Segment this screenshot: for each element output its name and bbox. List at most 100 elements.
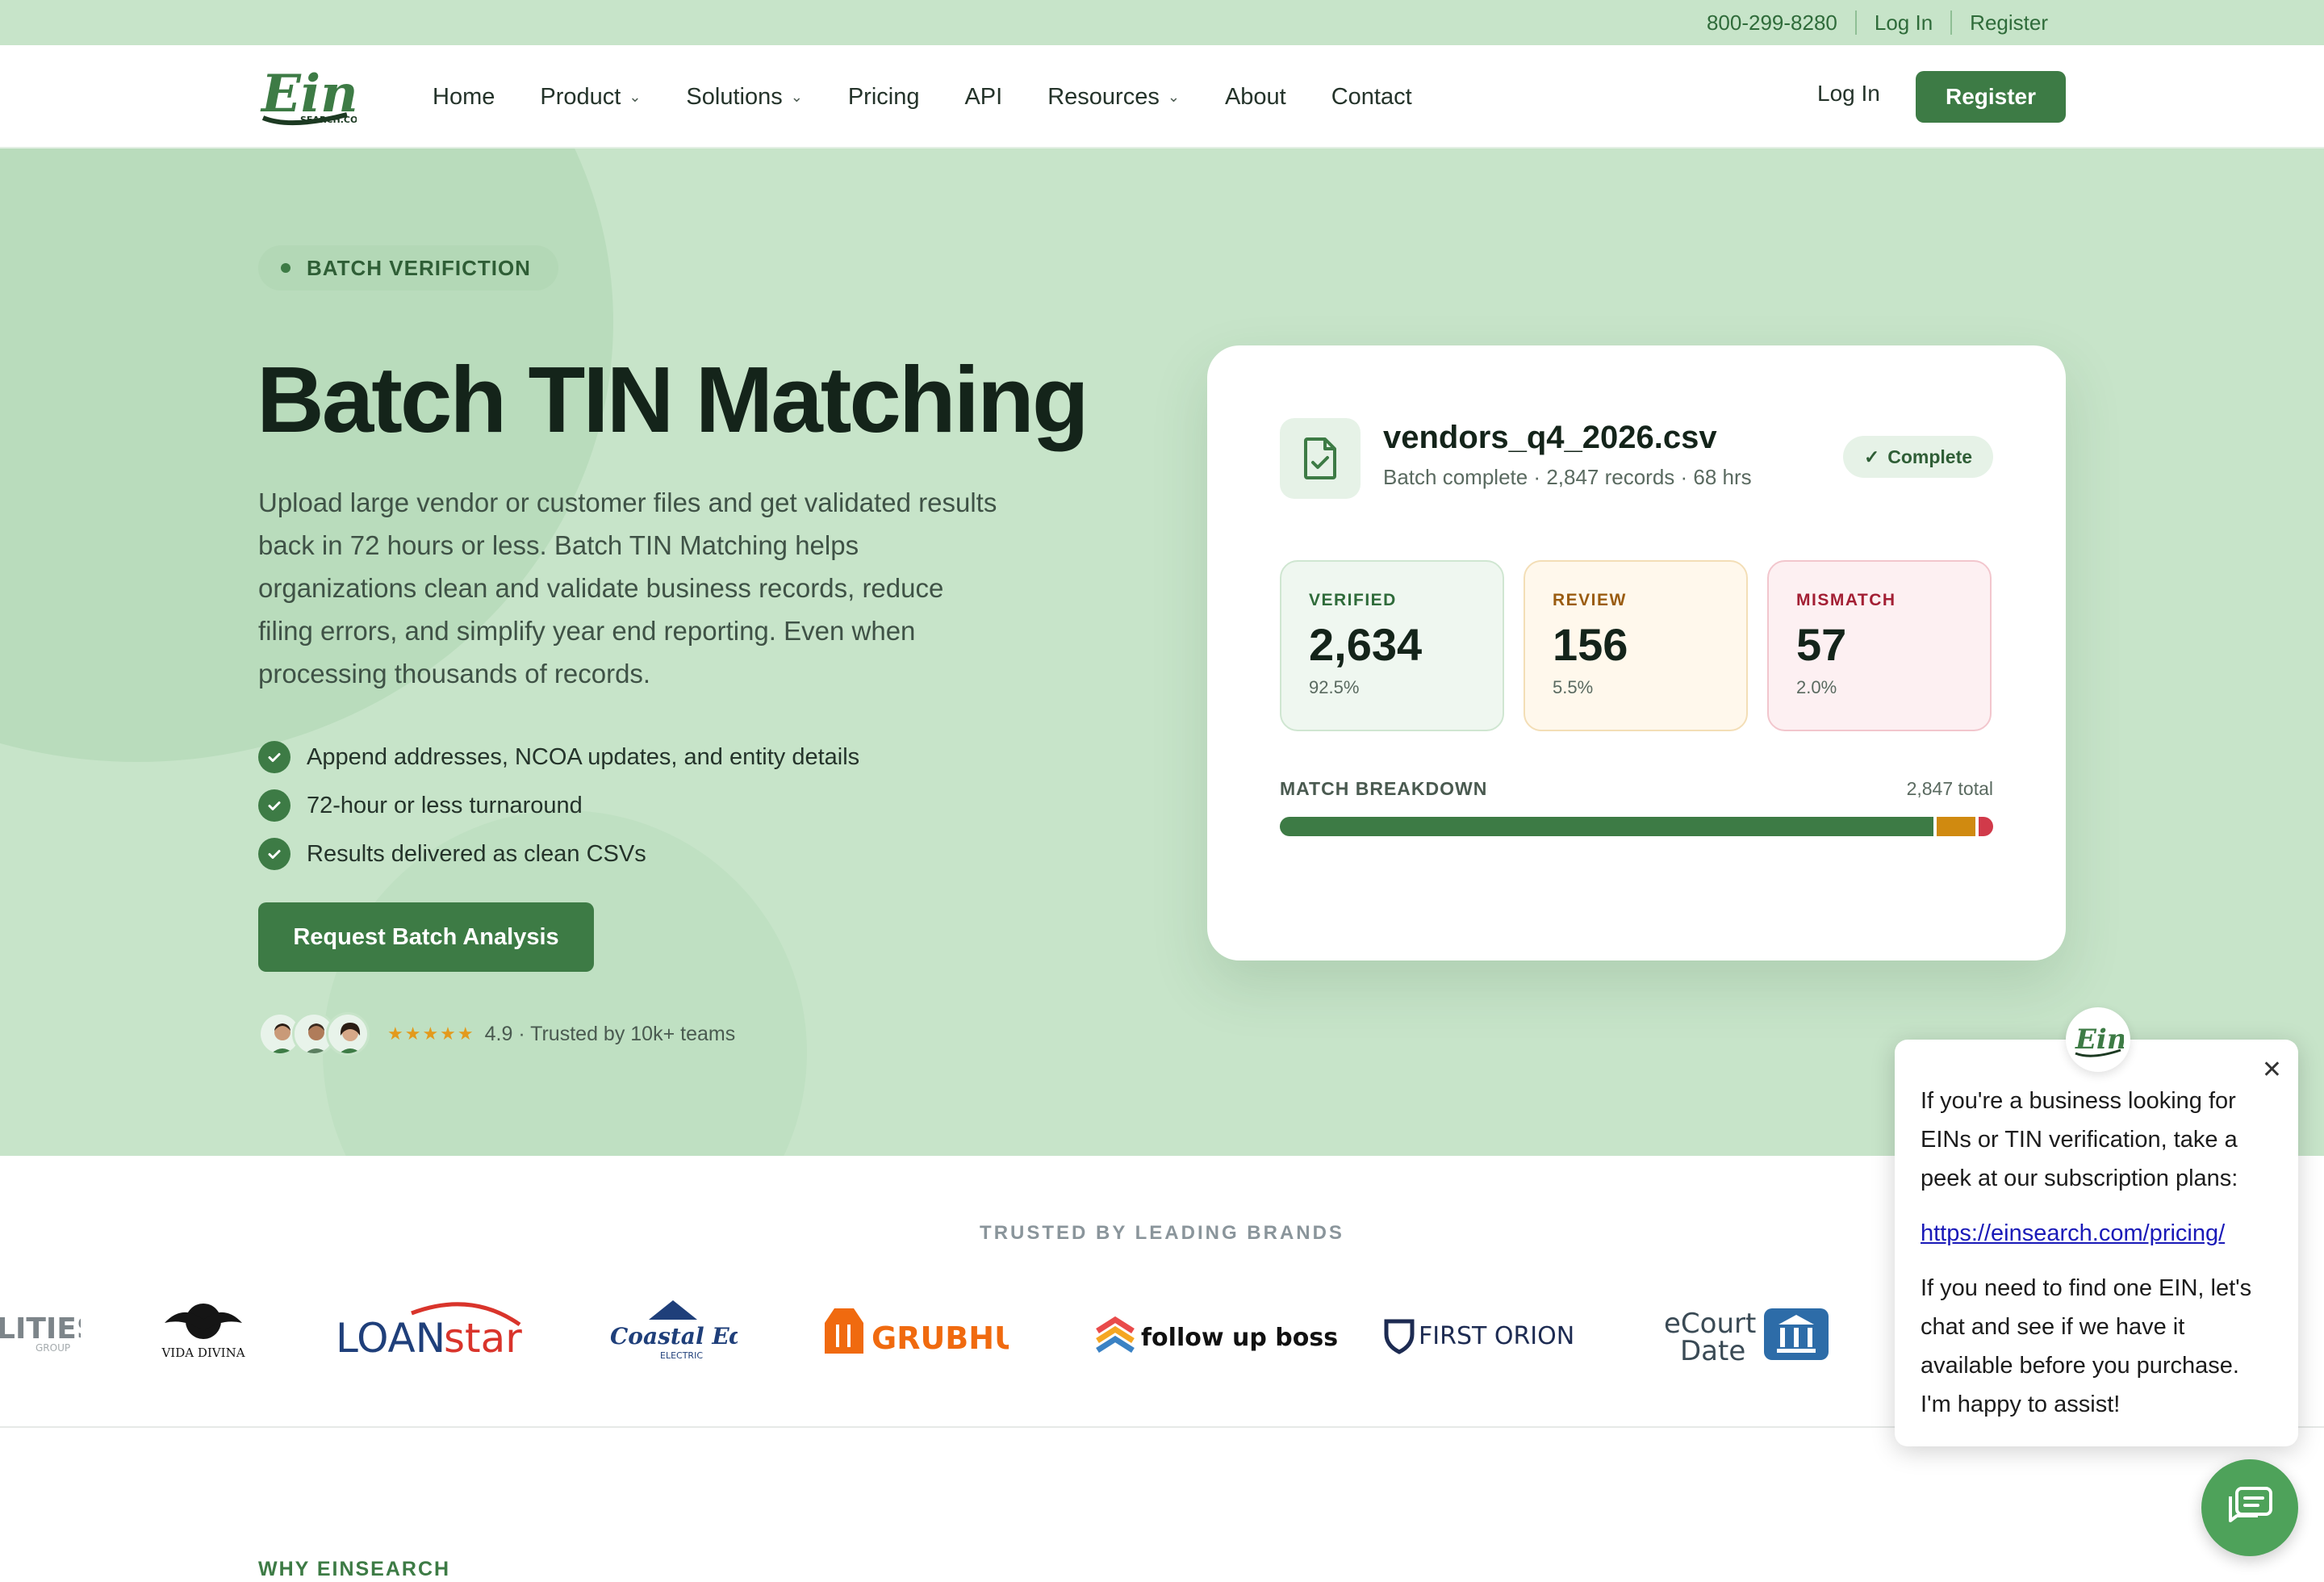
nav-label: Resources [1047, 83, 1160, 110]
section-eyebrow: WHY EINSEARCH [258, 1558, 451, 1580]
phone-link[interactable]: 800-299-8280 [1689, 10, 1855, 36]
nav-label: Pricing [847, 83, 920, 110]
stat-label: VERIFIED [1309, 591, 1397, 609]
stat-percent: 92.5% [1309, 677, 1360, 697]
feature-text: Results delivered as clean CSVs [307, 840, 646, 867]
status-label: Complete [1887, 446, 1973, 467]
check-circle-icon [258, 838, 290, 870]
svg-text:Date: Date [1680, 1335, 1745, 1367]
nav-label: About [1224, 83, 1286, 110]
svg-text:VIDA DIVINA: VIDA DIVINA [161, 1346, 245, 1360]
svg-text:ELECTRIC: ELECTRIC [660, 1350, 703, 1361]
file-meta: Batch complete · 2,847 records · 68 hrs [1383, 465, 1752, 489]
nav-label: Home [433, 83, 495, 110]
stat-value: 156 [1553, 619, 1628, 670]
svg-text:Coastal Edge: Coastal Edge [610, 1323, 738, 1350]
chat-bubble-icon [2229, 1487, 2272, 1522]
brand-logo-vida-divina: VIDA DIVINA [158, 1283, 249, 1380]
dot-icon [281, 263, 290, 273]
brand-logo-first-orion: FIRST ORION [1383, 1283, 1577, 1380]
badge-label: BATCH VERIFICTION [307, 255, 531, 280]
chat-intro-text: If you're a business looking for EINs or… [1921, 1088, 2238, 1191]
header-login-link[interactable]: Log In [1817, 81, 1880, 107]
nav-solutions[interactable]: Solutions ⌄ [686, 84, 802, 111]
feature-list: Append addresses, NCOA updates, and enti… [258, 733, 859, 878]
check-circle-icon [258, 789, 290, 822]
brand-logo-grubhub: GRUBHUB [821, 1283, 1009, 1380]
chat-agent-avatar: Ein [2066, 1007, 2130, 1072]
status-badge: ✓ Complete [1843, 436, 1993, 478]
main-header: Ein SEARCH.COM Home Product ⌄ Solutions ⌄ … [0, 45, 2324, 149]
stat-review: REVIEW 156 5.5% [1524, 560, 1748, 731]
svg-text:GRUBHUB: GRUBHUB [872, 1320, 1009, 1356]
svg-text:GROUP: GROUP [36, 1342, 70, 1354]
einsearch-logo[interactable]: Ein SEARCH.COM [258, 61, 366, 134]
stat-value: 57 [1796, 619, 1847, 670]
nav-label: Contact [1331, 83, 1412, 110]
stat-percent: 5.5% [1553, 677, 1594, 697]
main-nav: Home Product ⌄ Solutions ⌄ Pricing API Res… [433, 45, 1457, 149]
stat-label: MISMATCH [1796, 591, 1896, 609]
file-name: vendors_q4_2026.csv [1383, 420, 1717, 455]
chat-launcher-button[interactable] [2201, 1459, 2298, 1556]
stat-value: 2,634 [1309, 619, 1423, 670]
chevron-down-icon: ⌄ [1167, 88, 1180, 105]
header-register-button[interactable]: Register [1916, 71, 2066, 123]
stat-mismatch: MISMATCH 57 2.0% [1767, 560, 1992, 731]
hero-description: Upload large vendor or customer files an… [258, 488, 997, 688]
svg-text:FIRST ORION: FIRST ORION [1419, 1322, 1574, 1350]
breakdown-segment-mismatch [1979, 817, 1993, 836]
feature-text: 72-hour or less turnaround [307, 792, 583, 818]
brand-logo-lities: LITIESGROUP [0, 1283, 81, 1380]
nav-pricing[interactable]: Pricing [848, 84, 920, 111]
top-login-link[interactable]: Log In [1857, 10, 1950, 36]
chevron-down-icon: ⌄ [790, 88, 803, 105]
brand-logo-follow-up-boss: follow up boss [1094, 1283, 1352, 1380]
breakdown-segment-verified [1280, 817, 1933, 836]
avatar-group [258, 1012, 370, 1056]
section-badge: BATCH VERIFICTION [258, 245, 558, 291]
feature-text: Append addresses, NCOA updates, and enti… [307, 743, 860, 770]
breakdown-label: MATCH BREAKDOWN [1280, 778, 1488, 799]
pricing-link[interactable]: https://einsearch.com/pricing/ [1921, 1214, 2274, 1253]
list-item: 72-hour or less turnaround [258, 781, 859, 830]
svg-text:star: star [444, 1315, 522, 1362]
trust-text: 4.9 · Trusted by 10k+ teams [484, 1022, 736, 1045]
page-title: Batch TIN Matching [257, 347, 1089, 452]
hero-section: BATCH VERIFICTION Batch TIN Matching Upl… [0, 149, 2324, 1156]
stat-percent: 2.0% [1796, 677, 1837, 697]
nav-label: Product [540, 83, 621, 110]
top-links: 800-299-8280 Log In Register [1689, 0, 2066, 45]
top-register-link[interactable]: Register [1952, 10, 2066, 36]
nav-api[interactable]: API [964, 84, 1002, 111]
check-icon: ✓ [1863, 446, 1880, 467]
check-circle-icon [258, 741, 290, 773]
svg-text:LITIES: LITIES [0, 1312, 81, 1346]
nav-home[interactable]: Home [433, 84, 495, 111]
nav-label: API [964, 83, 1003, 110]
stat-verified: VERIFIED 2,634 92.5% [1280, 560, 1504, 731]
request-batch-analysis-button[interactable]: Request Batch Analysis [258, 902, 594, 972]
batch-result-card: vendors_q4_2026.csv Batch complete · 2,8… [1207, 345, 2066, 960]
breakdown-total: 2,847 total [1906, 778, 1993, 799]
trust-row: ★★★★★ 4.9 · Trusted by 10k+ teams [258, 1012, 735, 1056]
stat-label: REVIEW [1553, 591, 1627, 609]
brand-logo-coastal-edge: Coastal EdgeELECTRIC [608, 1283, 738, 1380]
svg-text:follow up boss: follow up boss [1141, 1324, 1338, 1352]
match-breakdown-bar [1280, 817, 1993, 836]
nav-product[interactable]: Product ⌄ [540, 84, 641, 111]
list-item: Results delivered as clean CSVs [258, 830, 859, 878]
nav-resources[interactable]: Resources ⌄ [1047, 84, 1180, 111]
chat-message-popup: ✕ If you're a business looking for EINs … [1895, 1040, 2298, 1446]
close-icon[interactable]: ✕ [2262, 1051, 2282, 1090]
file-check-icon [1280, 418, 1361, 499]
star-rating-icon: ★★★★★ [387, 1023, 475, 1044]
top-utility-bar: 800-299-8280 Log In Register [0, 0, 2324, 45]
avatar [326, 1012, 370, 1056]
nav-about[interactable]: About [1225, 84, 1286, 111]
chevron-down-icon: ⌄ [629, 88, 642, 105]
list-item: Append addresses, NCOA updates, and enti… [258, 733, 859, 781]
nav-contact[interactable]: Contact [1331, 84, 1412, 111]
svg-text:SEARCH.COM: SEARCH.COM [300, 115, 357, 125]
svg-text:LOAN: LOAN [336, 1315, 445, 1362]
